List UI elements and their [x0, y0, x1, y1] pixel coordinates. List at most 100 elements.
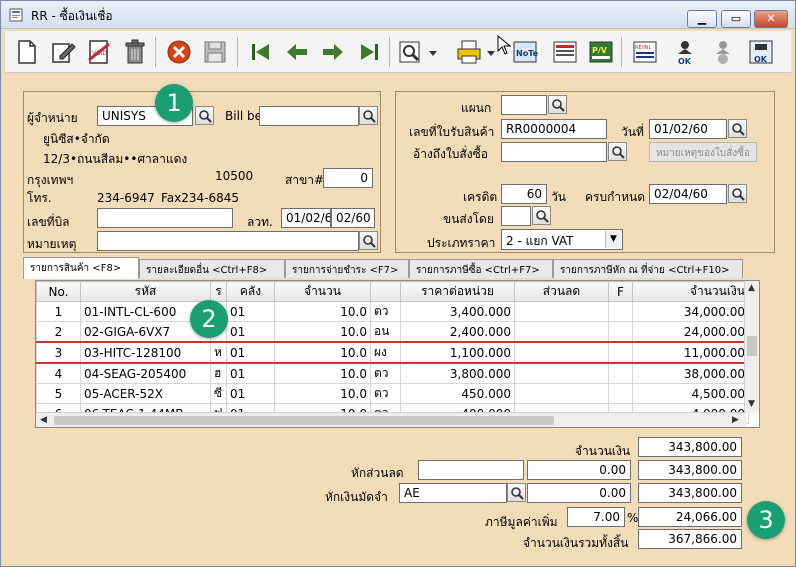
find-dropdown-button[interactable]: [427, 38, 439, 66]
cell-unit[interactable]: ตว: [370, 301, 401, 322]
po-note-button[interactable]: หมายเหตุของใบสั่งซื้อ: [649, 142, 757, 162]
department-field[interactable]: [501, 95, 547, 115]
cell-unit-price[interactable]: 2,400.000: [400, 321, 515, 343]
cell-f[interactable]: [608, 301, 633, 322]
cell-no[interactable]: 1: [36, 301, 81, 322]
bill-date-field-2[interactable]: 02/60: [331, 208, 375, 228]
shipping-field[interactable]: [501, 206, 531, 226]
close-button[interactable]: ✕: [754, 10, 788, 28]
tab-withholding-tax[interactable]: รายการภาษีหัก ณ ที่จ่าย <Ctrl+F10>: [553, 259, 743, 278]
scroll-thumb[interactable]: [54, 416, 554, 425]
billbe-field[interactable]: [259, 106, 359, 126]
receipt-number-field[interactable]: RR0000004: [501, 119, 607, 139]
table-row[interactable]: 1 01-INTL-CL-600 01 10.0 ตว 3,400.000 34…: [36, 301, 749, 322]
table-row[interactable]: 4 04-SEAG-205400 ฮ 01 10.0 ตว 3,800.000 …: [36, 362, 749, 384]
cell-warehouse[interactable]: 01: [226, 301, 275, 322]
discount-value-field[interactable]: 0.00: [527, 460, 631, 480]
ok-print-button[interactable]: OK: [747, 38, 775, 66]
scroll-down-icon[interactable]: ▼: [748, 399, 755, 409]
new-button[interactable]: [13, 38, 41, 66]
date-picker-button[interactable]: [728, 119, 747, 138]
cell-warehouse[interactable]: 01: [226, 341, 275, 364]
credit-days-field[interactable]: 60: [501, 184, 547, 204]
cell-no[interactable]: 3: [36, 341, 81, 364]
ok-user-button[interactable]: OK: [671, 38, 699, 66]
table-row-selected[interactable]: 3 03-HITC-128100 ห 01 10.0 ผง 1,100.000 …: [36, 341, 749, 364]
deposit-value-field[interactable]: 0.00: [527, 483, 631, 503]
note-button[interactable]: NoTe: [511, 38, 539, 66]
cell-quantity[interactable]: 10.0: [274, 301, 371, 322]
cell-discount[interactable]: [514, 301, 609, 322]
pv-button[interactable]: P/V: [587, 38, 615, 66]
cell-r[interactable]: ห: [210, 341, 227, 364]
col-header-f[interactable]: F: [608, 281, 633, 302]
discount-text-field[interactable]: [418, 460, 524, 480]
scroll-thumb[interactable]: [747, 336, 757, 356]
tab-purchase-tax[interactable]: รายการภาษีซื้อ <Ctrl+F7>: [409, 259, 553, 278]
cell-no[interactable]: 5: [36, 383, 81, 404]
cell-unit-price[interactable]: 1,100.000: [400, 341, 515, 364]
col-header-unit-price[interactable]: ราคาต่อหน่วย: [400, 281, 515, 302]
previous-record-button[interactable]: [283, 38, 311, 66]
cell-warehouse[interactable]: 01: [226, 321, 275, 343]
cell-unit-price[interactable]: 3,800.000: [400, 362, 515, 384]
table-row[interactable]: 5 05-ACER-52X ซี 01 10.0 ตว 450.000 4,50…: [36, 383, 749, 404]
minimize-button[interactable]: ▁: [687, 10, 717, 28]
cell-unit[interactable]: อน: [370, 321, 401, 343]
cell-amount[interactable]: 11,000.00: [632, 341, 749, 364]
note-lookup-button[interactable]: [359, 231, 378, 250]
table-row[interactable]: 2 02-GIGA-6VX7 01 10.0 อน 2,400.000 24,0…: [36, 321, 749, 343]
due-date-field[interactable]: 02/04/60: [649, 184, 727, 204]
col-header-no[interactable]: No.: [36, 281, 81, 302]
delete-button[interactable]: [121, 38, 149, 66]
branch-field[interactable]: 0: [323, 168, 373, 188]
tab-payments[interactable]: รายการจ่ายชำระ <F7>: [285, 259, 409, 278]
edit-button[interactable]: [49, 38, 77, 66]
find-button[interactable]: [397, 38, 425, 66]
cell-amount[interactable]: 4,500.00: [632, 383, 749, 404]
department-lookup-button[interactable]: [548, 95, 567, 114]
col-header-r[interactable]: ร: [210, 281, 227, 302]
note-field[interactable]: [97, 231, 359, 251]
cell-code[interactable]: 03-HITC-128100: [80, 341, 211, 364]
post-button[interactable]: [551, 38, 579, 66]
cell-unit[interactable]: ตว: [370, 383, 401, 404]
col-header-amount[interactable]: จำนวนเงิน: [632, 281, 749, 302]
next-record-button[interactable]: [319, 38, 347, 66]
billbe-lookup-button[interactable]: [359, 106, 378, 125]
cell-unit[interactable]: ตว: [370, 362, 401, 384]
cell-f[interactable]: [608, 362, 633, 384]
cell-quantity[interactable]: 10.0: [274, 362, 371, 384]
scroll-up-icon[interactable]: ▲: [748, 283, 755, 293]
bill-date-field-1[interactable]: 01/02/6: [281, 208, 331, 228]
cell-discount[interactable]: [514, 362, 609, 384]
deposit-lookup-button[interactable]: [507, 483, 526, 502]
cell-discount[interactable]: [514, 321, 609, 343]
bill-number-field[interactable]: [97, 208, 233, 228]
price-type-select[interactable]: 2 - แยก VAT ▼: [501, 229, 623, 250]
col-header-discount[interactable]: ส่วนลด: [514, 281, 609, 302]
first-record-button[interactable]: [247, 38, 275, 66]
cell-amount[interactable]: 34,000.00: [632, 301, 749, 322]
last-record-button[interactable]: [355, 38, 383, 66]
date-field[interactable]: 01/02/60: [649, 119, 727, 139]
cell-discount[interactable]: [514, 383, 609, 404]
tab-items[interactable]: รายการสินค้า <F8>: [23, 257, 139, 279]
cell-unit-price[interactable]: 450.000: [400, 383, 515, 404]
cancel-button[interactable]: [165, 38, 193, 66]
col-header-quantity[interactable]: จำนวน: [274, 281, 371, 302]
cell-quantity[interactable]: 10.0: [274, 383, 371, 404]
cell-code[interactable]: 05-ACER-52X: [80, 383, 211, 404]
po-ref-field[interactable]: [501, 142, 607, 162]
col-header-unit[interactable]: [370, 281, 401, 302]
cell-unit[interactable]: ผง: [370, 341, 401, 364]
scroll-right-icon[interactable]: ▶: [732, 415, 739, 425]
cell-amount[interactable]: 38,000.00: [632, 362, 749, 384]
cell-warehouse[interactable]: 01: [226, 362, 275, 384]
scroll-left-icon[interactable]: ◀: [40, 415, 47, 425]
cell-f[interactable]: [608, 321, 633, 343]
journal-button[interactable]: RE/INL: [631, 38, 659, 66]
cell-code[interactable]: 04-SEAG-205400: [80, 362, 211, 384]
cell-discount[interactable]: [514, 341, 609, 364]
vendor-lookup-button[interactable]: [195, 106, 214, 125]
